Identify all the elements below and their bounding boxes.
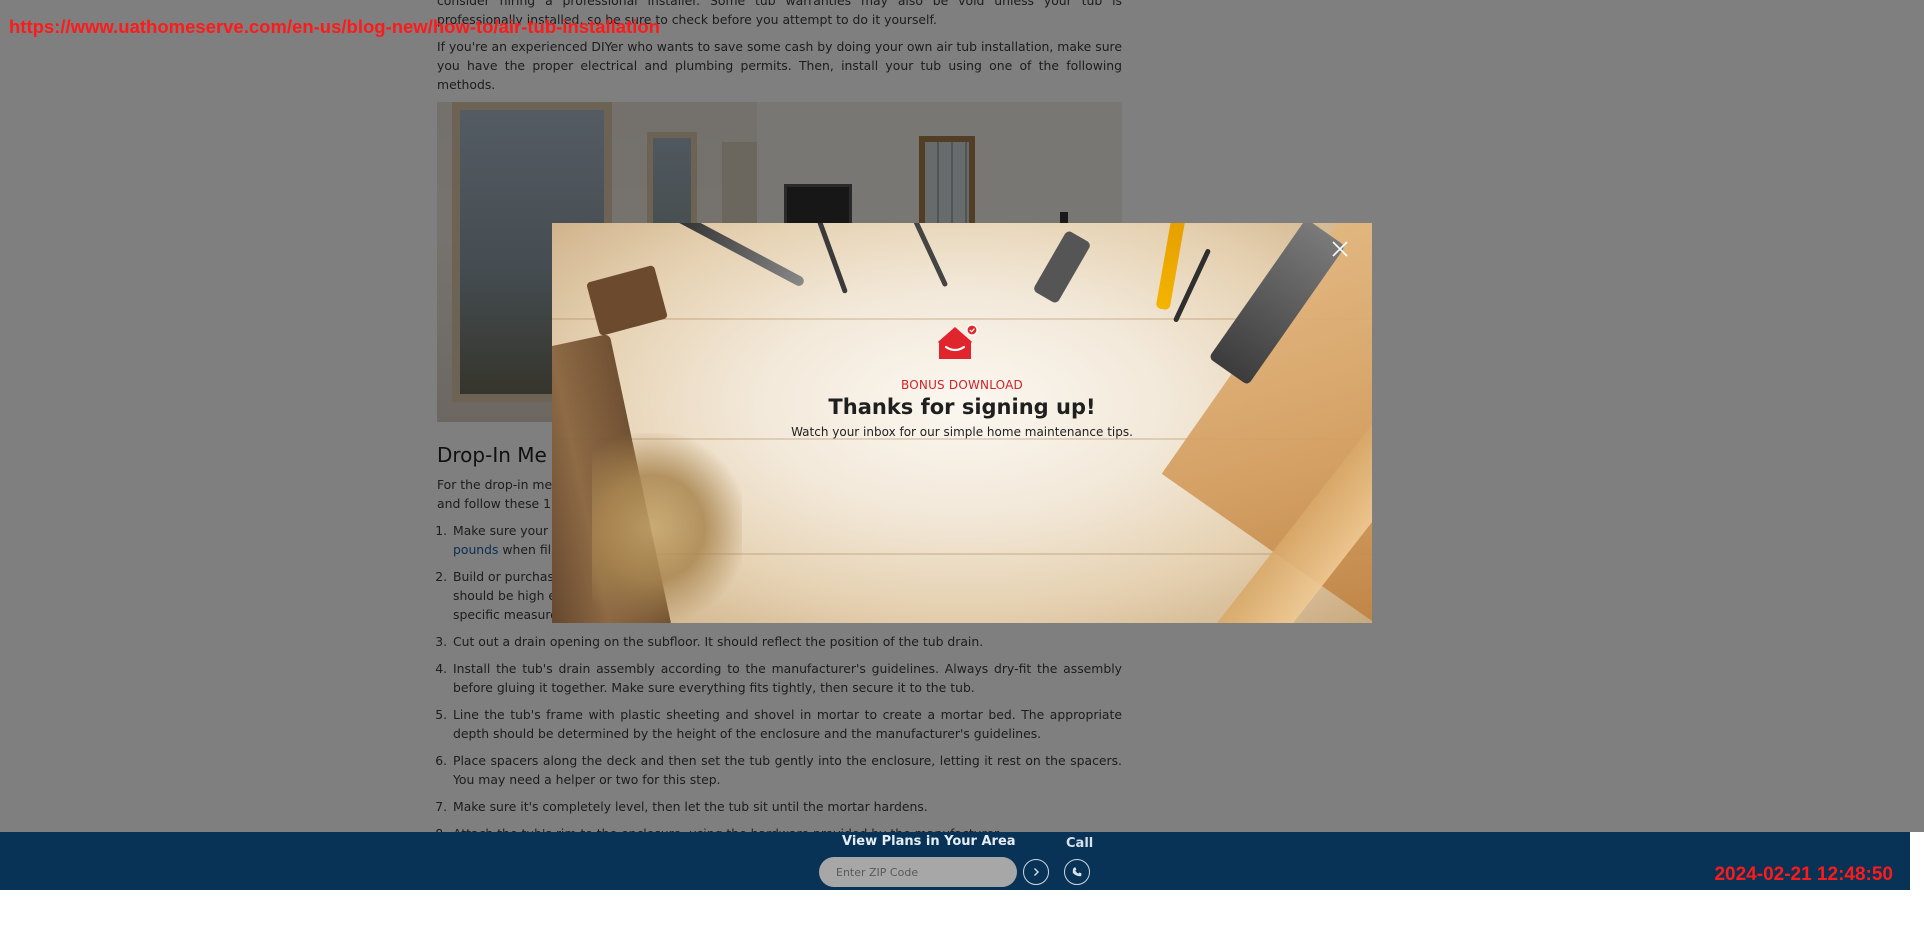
- bonus-download-eyebrow: BONUS DOWNLOAD: [901, 378, 1023, 392]
- capture-timestamp: 2024-02-21 12:48:50: [1714, 864, 1893, 885]
- house-heart-icon: [935, 323, 979, 363]
- nail-decor: [815, 223, 849, 294]
- zip-submit-button[interactable]: [1023, 859, 1049, 885]
- wood-shavings-decor: [592, 433, 742, 623]
- view-plans-label: View Plans in Your Area: [842, 834, 1016, 849]
- call-button[interactable]: [1064, 859, 1090, 885]
- modal-title: Thanks for signing up!: [828, 395, 1096, 419]
- page-url-label: https://www.uathomeserve.com/en-us/blog-…: [9, 16, 660, 37]
- nail-decor: [905, 223, 949, 288]
- signup-confirmation-modal: BONUS DOWNLOAD Thanks for signing up! Wa…: [552, 223, 1372, 623]
- modal-subtitle: Watch your inbox for our simple home mai…: [791, 425, 1133, 439]
- phone-icon: [1072, 867, 1082, 877]
- modal-message: BONUS DOWNLOAD Thanks for signing up! Wa…: [552, 323, 1372, 439]
- knife-decor: [1032, 229, 1092, 305]
- screwdriver-decor: [1172, 248, 1212, 323]
- zip-code-input[interactable]: [819, 857, 1017, 887]
- call-label: Call: [1066, 836, 1094, 851]
- sticky-plans-bar: View Plans in Your Area Call: [0, 832, 1910, 890]
- chevron-right-icon: [1034, 868, 1039, 876]
- close-icon[interactable]: [1328, 237, 1352, 261]
- chisel-decor: [668, 223, 806, 288]
